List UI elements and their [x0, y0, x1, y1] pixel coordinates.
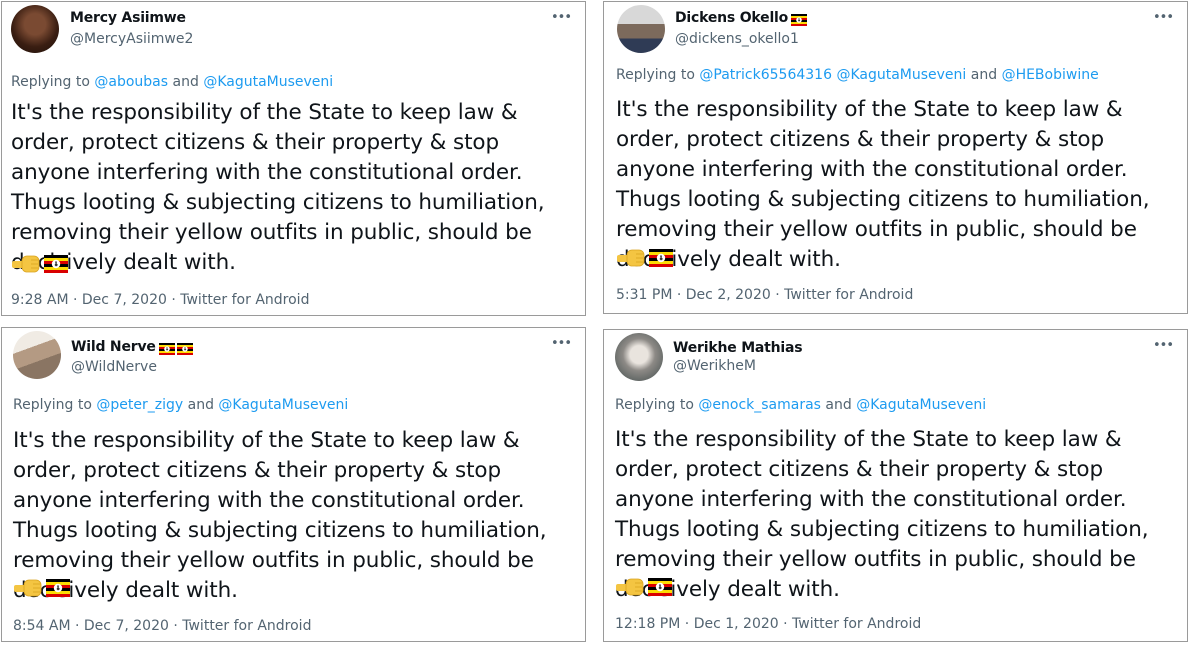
mention-link[interactable]: @KagutaMuseveni [218, 397, 348, 413]
user-handle[interactable]: @dickens_okello1 [675, 31, 799, 47]
display-name[interactable]: Dickens Okello [675, 10, 788, 26]
tweet-time[interactable]: 5:31 PM [616, 287, 672, 303]
avatar[interactable] [617, 5, 665, 53]
tweet-meta: 5:31 PM · Dec 2, 2020 · Twitter for Andr… [616, 287, 913, 303]
tweet-date[interactable]: Dec 2, 2020 [686, 287, 771, 303]
tweet-time[interactable]: 12:18 PM [615, 616, 680, 632]
tweet-emojis [615, 575, 673, 599]
tweet-date[interactable]: Dec 7, 2020 [82, 292, 167, 308]
tweet-source[interactable]: Twitter for Android [784, 287, 913, 303]
avatar[interactable] [11, 5, 59, 53]
uganda-flag-icon [791, 14, 808, 26]
raised-fist-icon [617, 249, 645, 267]
replying-label: Replying to [11, 74, 90, 90]
conjunction: and [825, 397, 852, 413]
display-name[interactable]: Werikhe Mathias [673, 340, 803, 356]
tweet-source[interactable]: Twitter for Android [792, 616, 921, 632]
uganda-flag-icon [176, 343, 193, 355]
raised-fist-icon [616, 578, 644, 596]
replying-to: Replying to @enock_samaras and @KagutaMu… [615, 397, 986, 413]
conjunction: and [970, 67, 998, 83]
tweet-text: It's the responsibility of the State to … [616, 97, 1150, 272]
replying-label: Replying to [13, 397, 92, 413]
tweet-text: It's the responsibility of the State to … [13, 428, 547, 603]
meta-separator: · [173, 618, 178, 634]
replying-label: Replying to [616, 67, 695, 83]
mention-link[interactable]: @KagutaMuseveni [836, 67, 966, 83]
tweet-card[interactable]: Werikhe Mathias @WerikheM ••• Replying t… [603, 329, 1188, 642]
tweet-meta: 9:28 AM · Dec 7, 2020 · Twitter for Andr… [11, 292, 309, 308]
raised-fist-icon [14, 579, 42, 597]
tweet-emojis [13, 576, 71, 600]
uganda-flag-icon [46, 579, 70, 597]
meta-separator: · [775, 287, 780, 303]
meta-separator: · [783, 616, 788, 632]
more-options-icon[interactable]: ••• [551, 10, 572, 25]
mention-link[interactable]: @KagutaMuseveni [203, 74, 333, 90]
display-name[interactable]: Mercy Asiimwe [70, 10, 186, 26]
uganda-flag-icon [649, 249, 673, 267]
mention-link[interactable]: @HEBobiwine [1002, 67, 1099, 83]
uganda-flag-icon [648, 578, 672, 596]
display-name[interactable]: Wild Nerve [71, 339, 156, 355]
mention-link[interactable]: @enock_samaras [698, 397, 821, 413]
replying-to: Replying to @aboubas and @KagutaMuseveni [11, 74, 333, 90]
meta-separator: · [684, 616, 690, 632]
tweet-card[interactable]: Wild Nerve @WildNerve ••• Replying to @p… [1, 327, 586, 642]
meta-separator: · [75, 618, 80, 634]
tweet-date[interactable]: Dec 1, 2020 [694, 616, 779, 632]
conjunction: and [187, 397, 214, 413]
replying-to: Replying to @peter_zigy and @KagutaMusev… [13, 397, 348, 413]
user-handle[interactable]: @WildNerve [71, 359, 157, 375]
more-options-icon[interactable]: ••• [1153, 338, 1174, 353]
mention-link[interactable]: @KagutaMuseveni [856, 397, 986, 413]
replying-label: Replying to [615, 397, 694, 413]
replying-to: Replying to @Patrick65564316 @KagutaMuse… [616, 67, 1099, 83]
tweet-text: It's the responsibility of the State to … [615, 427, 1149, 602]
meta-separator: · [676, 287, 682, 303]
meta-separator: · [73, 292, 78, 308]
mention-link[interactable]: @peter_zigy [96, 397, 183, 413]
mention-link[interactable]: @aboubas [94, 74, 168, 90]
user-handle[interactable]: @MercyAsiimwe2 [70, 31, 193, 47]
tweet-time[interactable]: 9:28 AM [11, 292, 69, 308]
tweet-card[interactable]: Dickens Okello @dickens_okello1 ••• Repl… [603, 1, 1188, 314]
tweet-source[interactable]: Twitter for Android [182, 618, 311, 634]
avatar[interactable] [615, 333, 663, 381]
tweet-meta: 8:54 AM · Dec 7, 2020 · Twitter for Andr… [13, 618, 311, 634]
tweet-text: It's the responsibility of the State to … [11, 100, 545, 275]
tweet-emojis [616, 246, 674, 270]
tweet-source[interactable]: Twitter for Android [180, 292, 309, 308]
uganda-flag-icon [158, 343, 175, 355]
conjunction: and [172, 74, 199, 90]
tweet-card[interactable]: Mercy Asiimwe @MercyAsiimwe2 ••• Replyin… [1, 1, 586, 316]
tweet-emojis [11, 252, 69, 276]
meta-separator: · [171, 292, 176, 308]
name-flags [158, 341, 194, 357]
tweet-meta: 12:18 PM · Dec 1, 2020 · Twitter for And… [615, 616, 921, 632]
more-options-icon[interactable]: ••• [1153, 10, 1174, 25]
name-flags [790, 12, 808, 28]
more-options-icon[interactable]: ••• [551, 336, 572, 351]
tweet-date[interactable]: Dec 7, 2020 [84, 618, 169, 634]
avatar[interactable] [13, 331, 61, 379]
uganda-flag-icon [44, 255, 68, 273]
mention-link[interactable]: @Patrick65564316 [699, 67, 832, 83]
tweet-time[interactable]: 8:54 AM [13, 618, 71, 634]
raised-fist-icon [12, 255, 40, 273]
user-handle[interactable]: @WerikheM [673, 358, 756, 374]
